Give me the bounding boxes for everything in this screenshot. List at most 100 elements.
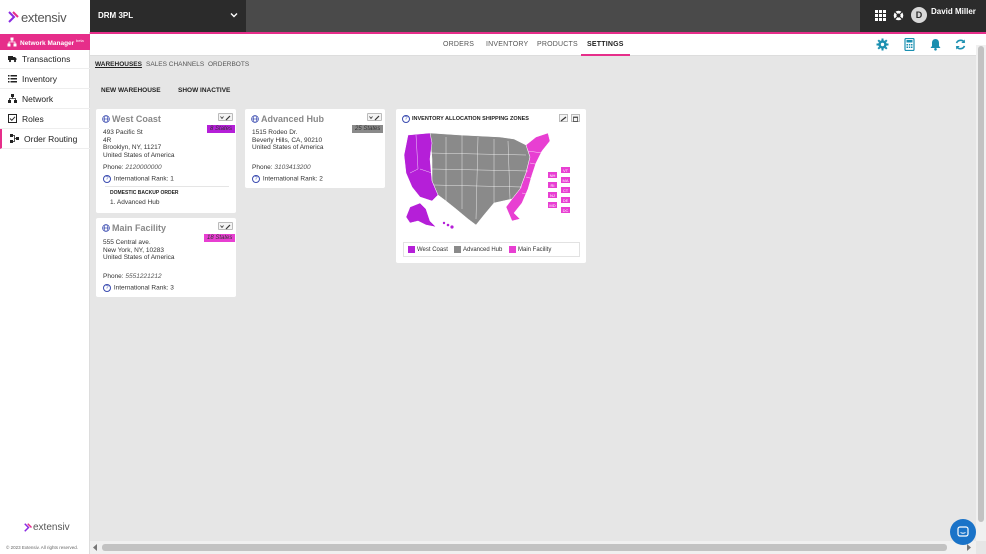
sidebar-item-transactions[interactable]: Transactions bbox=[0, 49, 90, 69]
map-region-alaska[interactable] bbox=[405, 202, 437, 228]
states-count-badge: 25 States bbox=[352, 125, 384, 133]
address-line: United States of America bbox=[103, 151, 175, 159]
phone-label: Phone: bbox=[103, 164, 124, 171]
state-tag-dc[interactable]: DC bbox=[560, 206, 571, 214]
state-tag-ma[interactable]: MA bbox=[560, 176, 571, 184]
phone-number: 3103413200 bbox=[274, 164, 311, 171]
scroll-left-arrow-icon[interactable] bbox=[93, 544, 98, 551]
state-tag-ri[interactable]: RI bbox=[547, 181, 558, 189]
logo-text: extensiv bbox=[21, 9, 67, 25]
legend-swatch bbox=[454, 246, 461, 253]
state-tag-md[interactable]: MD bbox=[547, 201, 558, 209]
sidebar: Network Manager beta Transactions Invent… bbox=[0, 32, 90, 554]
chevron-down-icon bbox=[230, 13, 238, 18]
legend-swatch bbox=[408, 246, 415, 253]
top-bar-spacer bbox=[246, 0, 860, 32]
warehouse-name: Main Facility bbox=[112, 223, 167, 233]
tab-products[interactable]: PRODUCTS bbox=[537, 41, 578, 48]
help-question-icon[interactable]: ? bbox=[103, 175, 111, 183]
list-icon bbox=[8, 75, 17, 83]
apps-grid-icon[interactable] bbox=[875, 10, 886, 21]
new-warehouse-button[interactable]: NEW WAREHOUSE bbox=[101, 87, 161, 94]
chat-launcher-button[interactable] bbox=[950, 519, 976, 545]
routing-icon bbox=[10, 134, 19, 143]
us-allocation-map[interactable] bbox=[402, 129, 562, 229]
state-tag-nh[interactable]: NH bbox=[547, 171, 558, 179]
section-tab-orderbots[interactable]: ORDERBOTS bbox=[208, 61, 249, 68]
chat-icon bbox=[957, 526, 969, 537]
horizontal-scrollbar[interactable] bbox=[90, 541, 976, 554]
vertical-scrollbar[interactable] bbox=[976, 45, 986, 541]
legend-label: West Coast bbox=[417, 247, 448, 254]
footer-logo-text: extensiv bbox=[33, 522, 70, 533]
extensiv-logo[interactable]: extensiv bbox=[8, 9, 88, 25]
gear-icon[interactable] bbox=[876, 38, 889, 51]
globe-icon bbox=[251, 115, 259, 123]
sidebar-item-roles[interactable]: Roles bbox=[0, 109, 90, 129]
help-question-icon[interactable]: ? bbox=[252, 175, 260, 183]
state-tag-vt[interactable]: VT bbox=[560, 166, 571, 174]
rank-value: 3 bbox=[170, 284, 174, 292]
edit-warehouse-button[interactable] bbox=[367, 113, 382, 121]
state-tag-ct[interactable]: CT bbox=[560, 186, 571, 194]
sidebar-item-network[interactable]: Network bbox=[0, 89, 90, 109]
warehouse-card-advanced-hub: Advanced Hub 25 States 1515 Rodeo Dr. Be… bbox=[245, 109, 385, 188]
phone-label: Phone: bbox=[103, 273, 124, 280]
warehouse-address: 1515 Rodeo Dr. Beverly Hills, CA, 90210 … bbox=[252, 129, 324, 152]
phone-label: Phone: bbox=[252, 164, 273, 171]
backup-order-item: 1. Advanced Hub bbox=[110, 199, 160, 206]
edit-warehouse-button[interactable] bbox=[218, 222, 233, 230]
pencil-dropdown-icon bbox=[369, 115, 380, 121]
sidebar-app-header[interactable]: Network Manager beta bbox=[0, 34, 90, 50]
vertical-scrollbar-thumb[interactable] bbox=[978, 46, 984, 522]
tab-settings[interactable]: SETTINGS bbox=[587, 41, 624, 48]
organization-selector[interactable]: DRM 3PL bbox=[90, 0, 246, 32]
checklist-icon bbox=[8, 114, 17, 123]
map-region-hawaii[interactable] bbox=[442, 221, 454, 229]
user-area: D David Miller bbox=[860, 0, 986, 32]
legend-swatch bbox=[509, 246, 516, 253]
warehouse-name: Advanced Hub bbox=[261, 114, 325, 124]
sidebar-item-order-routing[interactable]: Order Routing bbox=[0, 129, 90, 149]
legend-item-main-facility: Main Facility bbox=[509, 246, 551, 253]
edit-warehouse-button[interactable] bbox=[218, 113, 233, 121]
rank-value: 1 bbox=[170, 175, 174, 183]
bell-icon[interactable] bbox=[929, 38, 942, 51]
rank-label: International Rank: bbox=[262, 175, 318, 183]
tab-orders[interactable]: ORDERS bbox=[443, 41, 474, 48]
warehouse-card-main-facility: Main Facility 18 States 555 Central ave.… bbox=[96, 218, 236, 297]
edit-map-button[interactable] bbox=[559, 114, 568, 122]
refresh-icon[interactable] bbox=[954, 38, 967, 51]
sidebar-item-label: Transactions bbox=[22, 54, 71, 64]
horizontal-scrollbar-thumb[interactable] bbox=[102, 544, 947, 551]
extensiv-logo-icon bbox=[24, 523, 33, 532]
extensiv-logo-icon bbox=[8, 11, 19, 23]
state-tag-nj[interactable]: NJ bbox=[547, 191, 558, 199]
organization-label: DRM 3PL bbox=[98, 11, 134, 20]
delete-map-button[interactable] bbox=[571, 114, 580, 122]
truck-icon bbox=[8, 56, 17, 63]
states-count-badge: 18 States bbox=[204, 234, 236, 242]
state-tag-de[interactable]: DE bbox=[560, 196, 571, 204]
section-tab-warehouses[interactable]: WAREHOUSES bbox=[95, 61, 142, 68]
show-inactive-button[interactable]: SHOW INACTIVE bbox=[178, 87, 230, 94]
scroll-right-arrow-icon[interactable] bbox=[966, 544, 971, 551]
address-line: 555 Central ave. bbox=[103, 239, 151, 246]
map-card-title: INVENTORY ALLOCATION SHIPPING ZONES bbox=[412, 116, 529, 122]
warehouse-address: 493 Pacific St 4R Brooklyn, NY, 11217 Un… bbox=[103, 129, 175, 159]
help-question-icon[interactable]: ? bbox=[103, 284, 111, 292]
calculator-icon[interactable] bbox=[903, 38, 916, 51]
globe-icon bbox=[102, 224, 110, 232]
user-name[interactable]: David Miller bbox=[931, 7, 976, 16]
section-tab-sales-channels[interactable]: SALES CHANNELS bbox=[146, 61, 204, 68]
sidebar-item-label: Order Routing bbox=[24, 134, 78, 144]
sidebar-item-inventory[interactable]: Inventory bbox=[0, 69, 90, 89]
warehouse-name: West Coast bbox=[112, 114, 161, 124]
top-bar: extensiv DRM 3PL D David Miller bbox=[0, 0, 986, 32]
tab-inventory[interactable]: INVENTORY bbox=[486, 41, 528, 48]
help-lifebuoy-icon[interactable] bbox=[893, 10, 904, 21]
avatar[interactable]: D bbox=[911, 7, 927, 23]
active-tab-indicator bbox=[581, 54, 630, 56]
help-question-icon[interactable]: ? bbox=[402, 115, 410, 123]
legend-label: Advanced Hub bbox=[463, 247, 503, 254]
